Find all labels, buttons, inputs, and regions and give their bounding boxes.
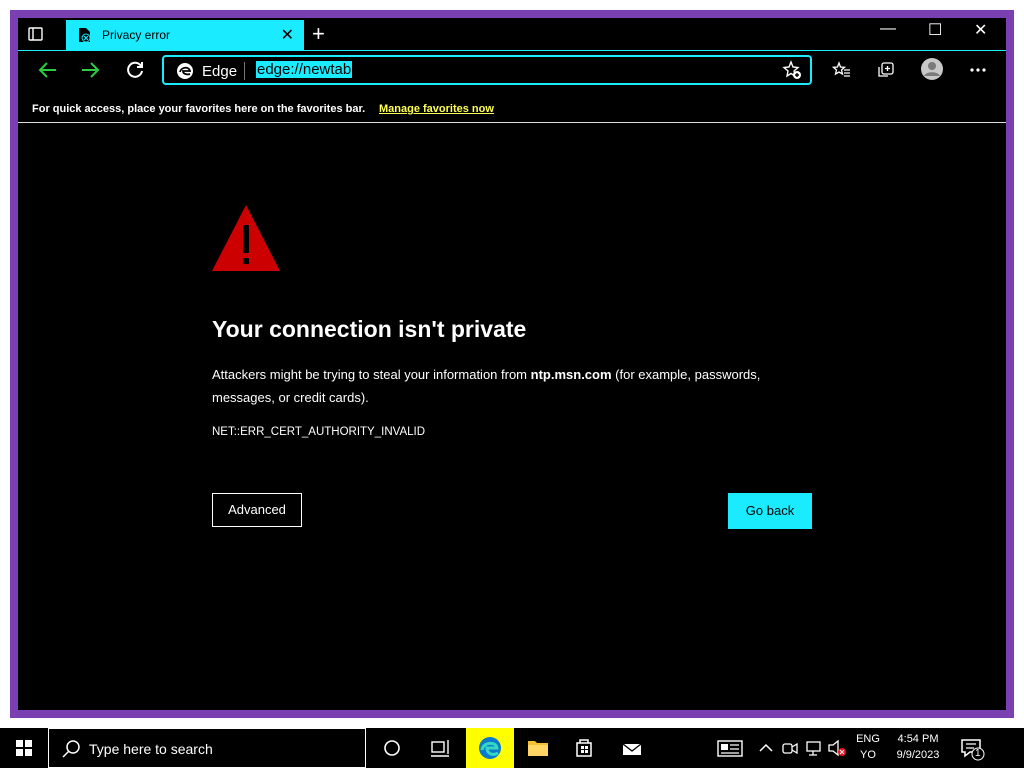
error-heading: Your connection isn't private xyxy=(212,316,527,342)
file-explorer-icon[interactable] xyxy=(516,728,560,768)
mail-icon[interactable] xyxy=(610,728,654,768)
address-bar[interactable]: Edge edge://newtab xyxy=(162,55,812,85)
error-code: NET::ERR_CERT_AUTHORITY_INVALID xyxy=(212,426,426,438)
profile-avatar[interactable] xyxy=(920,57,944,86)
language-indicator[interactable]: ENG xyxy=(852,733,884,745)
notifications-count: 1 xyxy=(975,748,981,759)
favorites-bar-message: For quick access, place your favorites h… xyxy=(32,103,366,115)
page-warning-icon xyxy=(76,27,92,46)
cortana-icon[interactable] xyxy=(370,728,414,768)
edge-taskbar-icon[interactable] xyxy=(466,728,514,768)
warning-triangle-icon xyxy=(211,203,281,278)
refresh-icon[interactable] xyxy=(124,59,146,87)
start-button[interactable] xyxy=(0,728,48,768)
add-favorite-icon[interactable] xyxy=(782,60,802,85)
search-icon xyxy=(61,739,81,764)
tab-actions-icon[interactable] xyxy=(28,26,44,42)
favorites-icon[interactable] xyxy=(831,60,852,85)
address-divider xyxy=(244,62,245,80)
show-hidden-icons-icon[interactable] xyxy=(756,728,776,768)
tab-title: Privacy error xyxy=(102,28,171,42)
toolbar: Edge edge://newtab xyxy=(18,50,1006,97)
error-description: Attackers might be trying to steal your … xyxy=(212,367,761,405)
title-bar: Privacy error ✕ + — ☐ ✕ xyxy=(18,18,1006,50)
collections-icon[interactable] xyxy=(876,60,896,85)
new-tab-button[interactable]: + xyxy=(312,21,325,47)
more-options-icon[interactable] xyxy=(968,60,988,85)
search-placeholder: Type here to search xyxy=(89,741,213,757)
news-widget-icon[interactable] xyxy=(706,728,754,768)
keyboard-layout-indicator[interactable]: YO xyxy=(852,749,884,761)
advanced-button[interactable]: Advanced xyxy=(212,493,302,527)
back-icon[interactable] xyxy=(36,59,58,87)
page-content: Your connection isn't private Attackers … xyxy=(18,123,1006,710)
store-icon[interactable] xyxy=(562,728,606,768)
edge-logo-icon xyxy=(176,62,194,85)
go-back-button[interactable]: Go back xyxy=(728,493,812,529)
maximize-button[interactable]: ☐ xyxy=(928,20,942,40)
tab-close-icon[interactable]: ✕ xyxy=(281,25,294,45)
task-view-icon[interactable] xyxy=(418,728,462,768)
clock-date[interactable]: 9/9/2023 xyxy=(888,749,948,761)
favorites-bar: For quick access, place your favorites h… xyxy=(18,96,1006,123)
taskbar-search-input[interactable]: Type here to search xyxy=(48,728,366,768)
error-host: ntp.msn.com xyxy=(530,367,612,382)
notifications-icon[interactable]: 1 xyxy=(952,728,992,768)
manage-favorites-link[interactable]: Manage favorites now xyxy=(379,103,494,115)
network-icon[interactable] xyxy=(804,728,824,768)
url-input[interactable]: edge://newtab xyxy=(256,61,353,78)
site-label: Edge xyxy=(202,63,238,80)
browser-inner: Privacy error ✕ + — ☐ ✕ Edge edge://newt… xyxy=(18,18,1006,710)
forward-icon[interactable] xyxy=(80,59,102,87)
volume-muted-icon[interactable] xyxy=(826,728,848,768)
taskbar: Type here to search ENG YO 4:54 PM 9/9/2… xyxy=(0,728,1024,768)
clock-time[interactable]: 4:54 PM xyxy=(888,733,948,745)
meet-now-icon[interactable] xyxy=(780,728,800,768)
tab-privacy-error[interactable]: Privacy error ✕ xyxy=(66,20,304,50)
close-window-button[interactable]: ✕ xyxy=(974,20,987,40)
minimize-button[interactable]: — xyxy=(880,20,896,38)
browser-window: Privacy error ✕ + — ☐ ✕ Edge edge://newt… xyxy=(10,10,1014,718)
